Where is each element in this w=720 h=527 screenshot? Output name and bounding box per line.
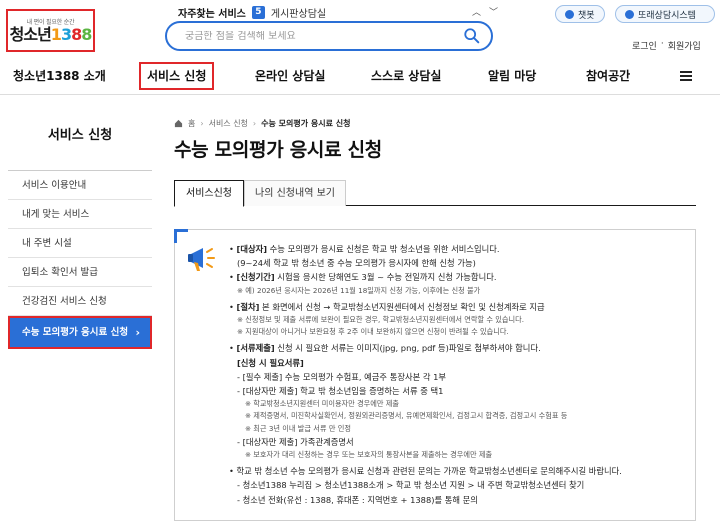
nav-item-about[interactable]: 청소년1388 소개 [13, 62, 106, 90]
sidebar-item-health-check[interactable]: 건강검진 서비스 신청 [8, 287, 152, 316]
info-line: • [절차] 본 화면에서 신청 → 학교밖청소년지원센터에서 신청정보 확인 … [229, 300, 689, 314]
nav-item-service[interactable]: 서비스 신청 [139, 62, 215, 90]
faq-label: 자주찾는 서비스 [178, 9, 246, 20]
nav-item-self-counsel[interactable]: 스스로 상담실 [371, 62, 441, 90]
nav-item-notice[interactable]: 알림 마당 [488, 62, 536, 90]
bullet: • [229, 301, 234, 312]
signup-link[interactable]: 회원가입 [668, 39, 701, 52]
chevron-right-icon: › [200, 119, 204, 128]
info-line: - [필수 제출] 수능 모의평가 수험표, 예금주 통장사본 각 1부 [237, 371, 447, 382]
info-text: • [대상자] 수능 모의평가 응시료 신청은 학교 밖 청소년을 위한 서비스… [229, 242, 689, 507]
search-icon[interactable] [463, 27, 481, 45]
logo-text: 청소년 [9, 25, 52, 44]
faq-rank-badge: 5 [251, 6, 265, 19]
sidebar-item-certificate[interactable]: 입퇴소 확인서 발급 [8, 258, 152, 287]
tab-bar: 나의 신청내역 보기 서비스신청 [174, 180, 696, 207]
info-line: - [대상자만 제출] 학교 밖 청소년임을 증명하는 서류 중 택1 [237, 386, 444, 397]
bullet: • [229, 272, 234, 283]
search-bar [165, 21, 493, 51]
logo-wordmark: 청소년1388 [9, 25, 93, 44]
faq-item-link[interactable]: 게시판상담실 [271, 5, 326, 20]
site-logo[interactable]: 내 편이 필요한 순간 청소년1388 [6, 9, 95, 52]
info-key: [절차] [236, 301, 260, 312]
breadcrumb: 홈 › 서비스 신청 › 수능 모의평가 응시료 신청 [174, 118, 350, 129]
chevron-down-icon[interactable]: ﹀ [489, 5, 498, 18]
link-separator: · [660, 39, 664, 49]
sidebar-item-nearby[interactable]: 내 주변 시설 [8, 229, 152, 258]
info-value: 본 화면에서 신청 → 학교밖청소년지원센터에서 신청정보 확인 및 신청계좌로… [259, 301, 545, 312]
nav-item-participation[interactable]: 참여공간 [586, 62, 630, 90]
peer-counsel-icon [625, 9, 634, 19]
info-note: ※ 학교밖청소년지원센터 미이용자만 경우에만 제출 [245, 399, 400, 409]
tab-apply[interactable]: 서비스신청 [174, 180, 244, 207]
megaphone-icon [188, 248, 215, 271]
breadcrumb-level1[interactable]: 서비스 신청 [209, 118, 248, 129]
faq-ticker-controls: ︿ ﹀ [472, 5, 498, 18]
info-note: ※ 예) 2026년 응시자는 2026년 11월 18일까지 신청 가능, 이… [237, 285, 481, 295]
sidebar-menu: 서비스 이용안내 내게 맞는 서비스 내 주변 시설 입퇴소 확인서 발급 건강… [8, 170, 152, 349]
info-key: [대상자] [236, 244, 268, 254]
info-note: ※ 제적증명서, 미진학사실확인서, 정원외관리증명서, 유예면제확인서, 검정… [245, 411, 568, 421]
breadcrumb-home[interactable]: 홈 [188, 118, 195, 129]
info-value: 신청 시 필요한 서류는 이미지(jpg, png, pdf 등)파일로 첨부하… [274, 343, 541, 354]
info-panel: • [대상자] 수능 모의평가 응시료 신청은 학교 밖 청소년을 위한 서비스… [174, 229, 696, 521]
account-links: 로그인 · 회원가입 [632, 39, 701, 52]
main-nav: 청소년1388 소개 서비스 신청 온라인 상담실 스스로 상담실 알림 마당 … [0, 57, 720, 95]
info-line: • 학교 밖 청소년 수능 모의평가 응시료 신청과 관련된 문의는 가까운 학… [229, 466, 622, 477]
info-line: - 청소년 전화(유선 : 1388, 휴대폰 : 지역번호 + 1388)를 … [237, 494, 478, 505]
chatbot-button[interactable]: 챗봇 [555, 5, 605, 23]
info-note: ※ 지원대상이 아니거나 보완요청 후 2주 이내 보완하지 않으면 신청이 반… [237, 327, 509, 337]
info-value: 수능 모의평가 응시료 신청은 학교 밖 청소년을 위한 서비스입니다. [267, 244, 500, 254]
sidebar-title: 서비스 신청 [47, 128, 113, 143]
info-line: - 청소년1388 누리집 > 청소년1388소개 > 학교 밖 청소년 지원 … [237, 480, 585, 491]
sidebar-item-matching[interactable]: 내게 맞는 서비스 [8, 200, 152, 229]
page-title: 수능 모의평가 응시료 신청 [174, 139, 382, 161]
sidebar: 서비스 신청 서비스 이용안내 내게 맞는 서비스 내 주변 시설 입퇴소 확인… [8, 96, 152, 527]
menu-icon[interactable] [680, 71, 692, 81]
info-line: [신청 시 필요서류] [237, 357, 304, 368]
chatbot-label: 챗봇 [578, 10, 595, 21]
info-note: ※ 최근 3년 이내 발급 서류 만 인정 [245, 423, 351, 433]
tab-my-requests[interactable]: 나의 신청내역 보기 [244, 180, 346, 206]
info-line: • [신청기간] 시험을 응시한 당해연도 3월 ~ 수능 전일까지 신청 가능… [229, 270, 689, 284]
info-key: [신청기간] [236, 272, 275, 283]
info-line: • [대상자] 수능 모의평가 응시료 신청은 학교 밖 청소년을 위한 서비스… [229, 242, 689, 256]
info-note: ※ 보호자가 대리 신청하는 경우 또는 보호자의 통장사본을 제출하는 경우에… [245, 450, 493, 460]
sidebar-item-label: 수능 모의평가 응시료 신청 [22, 327, 129, 338]
breadcrumb-current: 수능 모의평가 응시료 신청 [261, 119, 351, 128]
peer-counsel-button[interactable]: 또래상담시스템 [615, 5, 715, 23]
login-link[interactable]: 로그인 [632, 39, 657, 52]
chevron-right-icon: › [135, 326, 140, 339]
info-line: • [서류제출] 신청 시 필요한 서류는 이미지(jpg, png, pdf … [229, 341, 689, 355]
nav-item-online-counsel[interactable]: 온라인 상담실 [255, 62, 325, 90]
logo-digit: 1 [50, 25, 62, 44]
sidebar-item-guide[interactable]: 서비스 이용안내 [8, 171, 152, 200]
info-value: 시험을 응시한 당해연도 3월 ~ 수능 전일까지 신청 가능합니다. [274, 272, 497, 283]
info-line: (9~24세 학교 밖 청소년 중 수능 모의평가 응시자에 한해 신청 가능) [237, 258, 476, 269]
info-key: [서류제출] [236, 343, 275, 354]
info-note: ※ 신청정보 및 제출 서류에 보완이 필요한 경우, 학교밖청소년지원센터에서… [237, 315, 525, 325]
home-icon[interactable] [174, 119, 183, 128]
info-line: - [대상자만 제출] 가족관계증명서 [237, 436, 354, 447]
faq-ticker: 자주찾는 서비스 5 게시판상담실 [178, 5, 326, 20]
chevron-right-icon: › [252, 119, 257, 128]
search-input[interactable] [185, 30, 463, 42]
logo-digit: 8 [71, 25, 82, 44]
chatbot-icon [565, 9, 574, 19]
bullet: • [229, 244, 234, 254]
peer-counsel-label: 또래상담시스템 [638, 10, 696, 21]
logo-digit: 3 [60, 25, 72, 44]
bullet: • [229, 343, 234, 354]
sidebar-item-exam-fee[interactable]: 수능 모의평가 응시료 신청 › [8, 316, 152, 349]
chevron-up-icon[interactable]: ︿ [472, 5, 481, 18]
logo-digit: 8 [81, 25, 92, 44]
